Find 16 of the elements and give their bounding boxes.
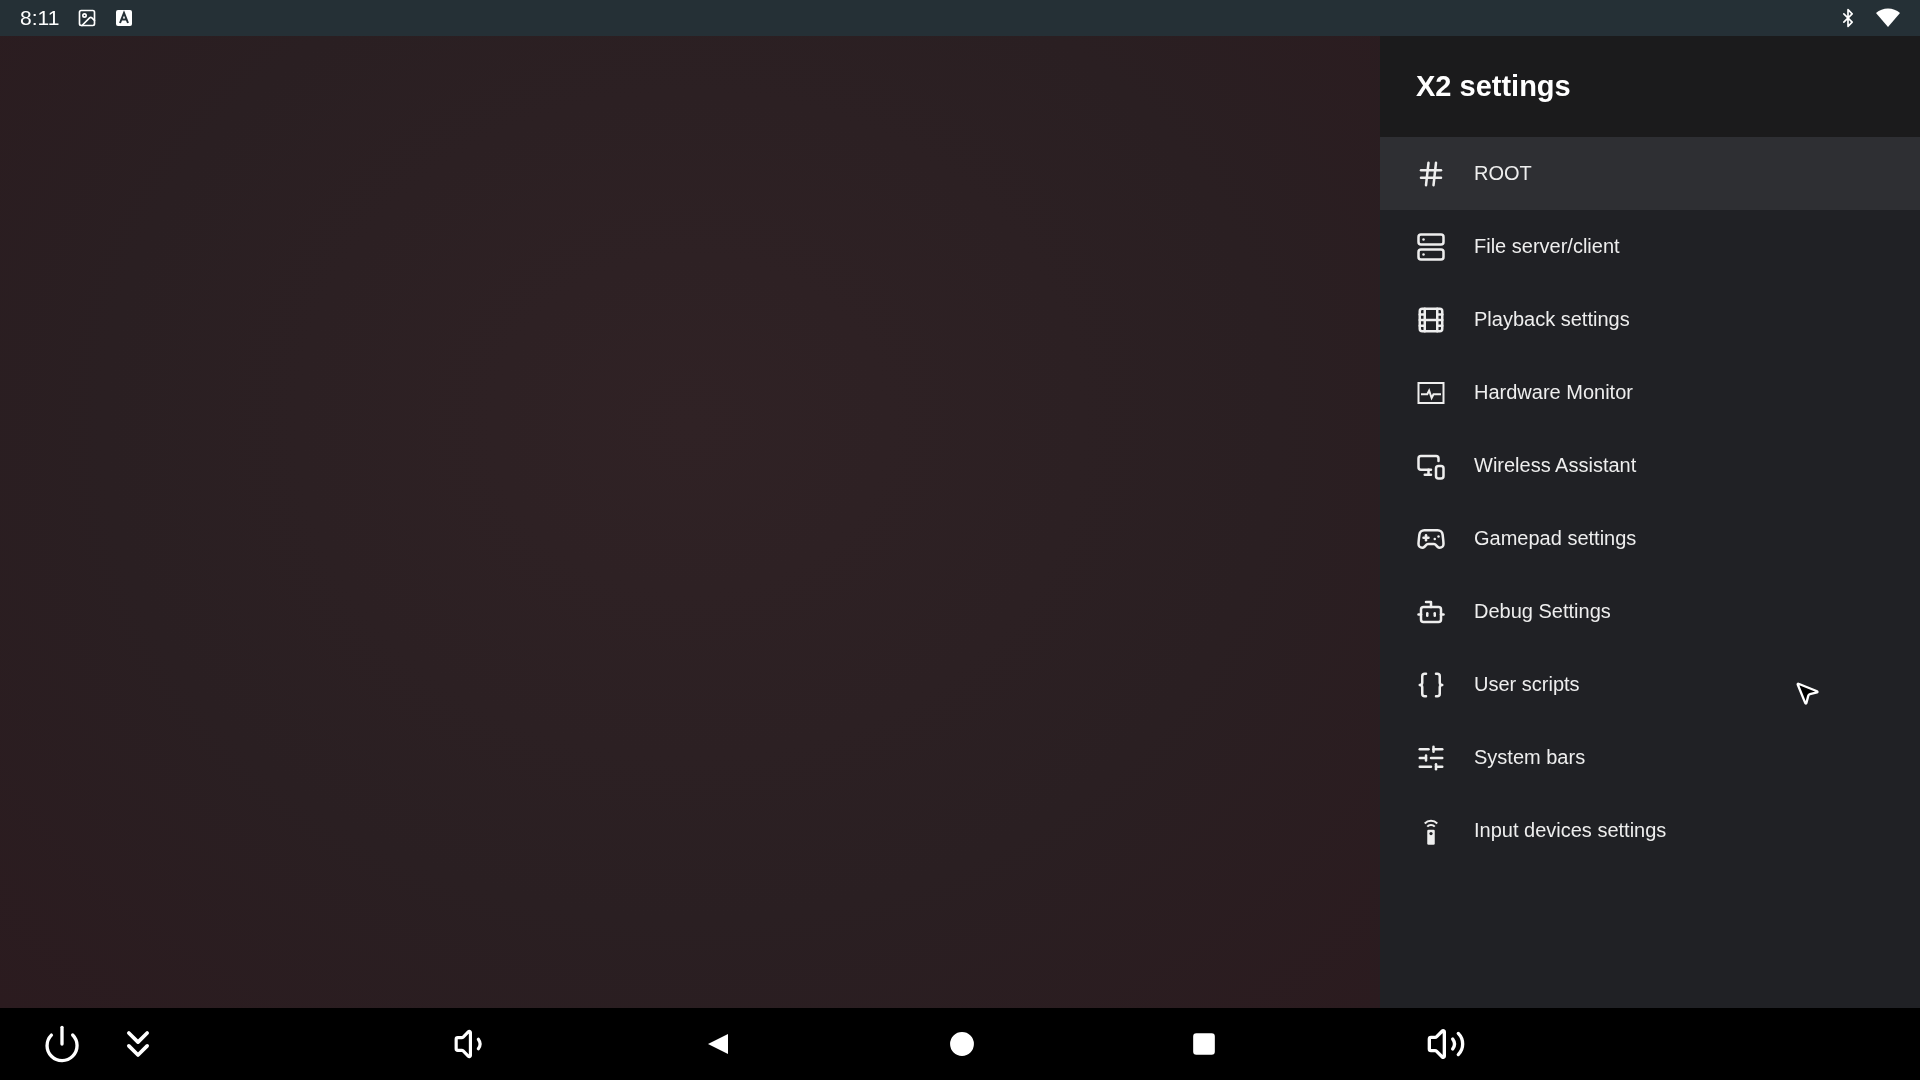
clock-time: 8:11: [20, 6, 60, 30]
settings-item[interactable]: Hardware Monitor: [1380, 356, 1920, 429]
settings-item[interactable]: User scripts: [1380, 648, 1920, 721]
panel-title: X2 settings: [1416, 70, 1571, 103]
settings-item[interactable]: Wireless Assistant: [1380, 429, 1920, 502]
settings-item[interactable]: System bars: [1380, 721, 1920, 794]
letter-a-icon: [115, 9, 134, 27]
settings-item[interactable]: Playback settings: [1380, 283, 1920, 356]
settings-item[interactable]: File server/client: [1380, 210, 1920, 283]
settings-item[interactable]: Input devices settings: [1380, 794, 1920, 867]
image-icon: [77, 8, 98, 28]
server-icon: [1416, 231, 1446, 262]
settings-item[interactable]: Debug Settings: [1380, 575, 1920, 648]
settings-item[interactable]: Gamepad settings: [1380, 502, 1920, 575]
wifi-icon: [1876, 8, 1900, 28]
settings-item[interactable]: ROOT: [1380, 137, 1920, 210]
